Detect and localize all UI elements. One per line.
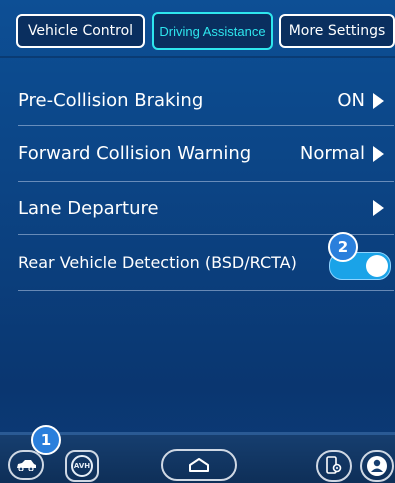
setting-value-text: ON [337,90,365,111]
chevron-right-icon [373,145,384,162]
car-icon [17,460,36,471]
setting-value: ON [337,90,394,111]
home-icon [189,458,209,472]
setting-value: Normal [300,143,394,164]
setting-label: Forward Collision Warning [18,143,252,164]
tab-driving-assistance[interactable]: Driving Assistance [152,12,273,50]
home-button[interactable] [161,449,237,481]
user-button[interactable] [360,450,394,482]
tab-divider [0,56,395,58]
setting-label: Lane Departure [18,197,159,219]
toggle-knob [366,255,388,277]
phone-settings-button[interactable] [316,450,352,482]
tab-bar: Vehicle Control Driving Assistance More … [8,10,395,52]
chevron-right-icon [373,200,384,216]
chevron-right-icon [373,92,384,109]
setting-label: Rear Vehicle Detection (BSD/RCTA) [18,253,297,272]
user-icon [367,456,387,476]
avh-button[interactable]: AVH [65,450,99,482]
callout-badge-2: 2 [328,232,358,262]
setting-row-pre-collision-braking[interactable]: Pre-Collision Braking ON [18,76,394,126]
tab-more-settings[interactable]: More Settings [279,14,395,48]
setting-value-text: Normal [299,143,365,164]
setting-label: Pre-Collision Braking [18,90,204,111]
setting-value [365,200,394,216]
setting-row-forward-collision-warning[interactable]: Forward Collision Warning Normal [18,126,394,182]
tab-vehicle-control[interactable]: Vehicle Control [16,14,145,48]
car-button[interactable] [8,450,44,480]
setting-row-lane-departure[interactable]: Lane Departure [18,182,394,235]
callout-badge-1: 1 [31,425,61,455]
phone-settings-icon [326,456,342,474]
avh-icon: AVH [71,455,93,477]
